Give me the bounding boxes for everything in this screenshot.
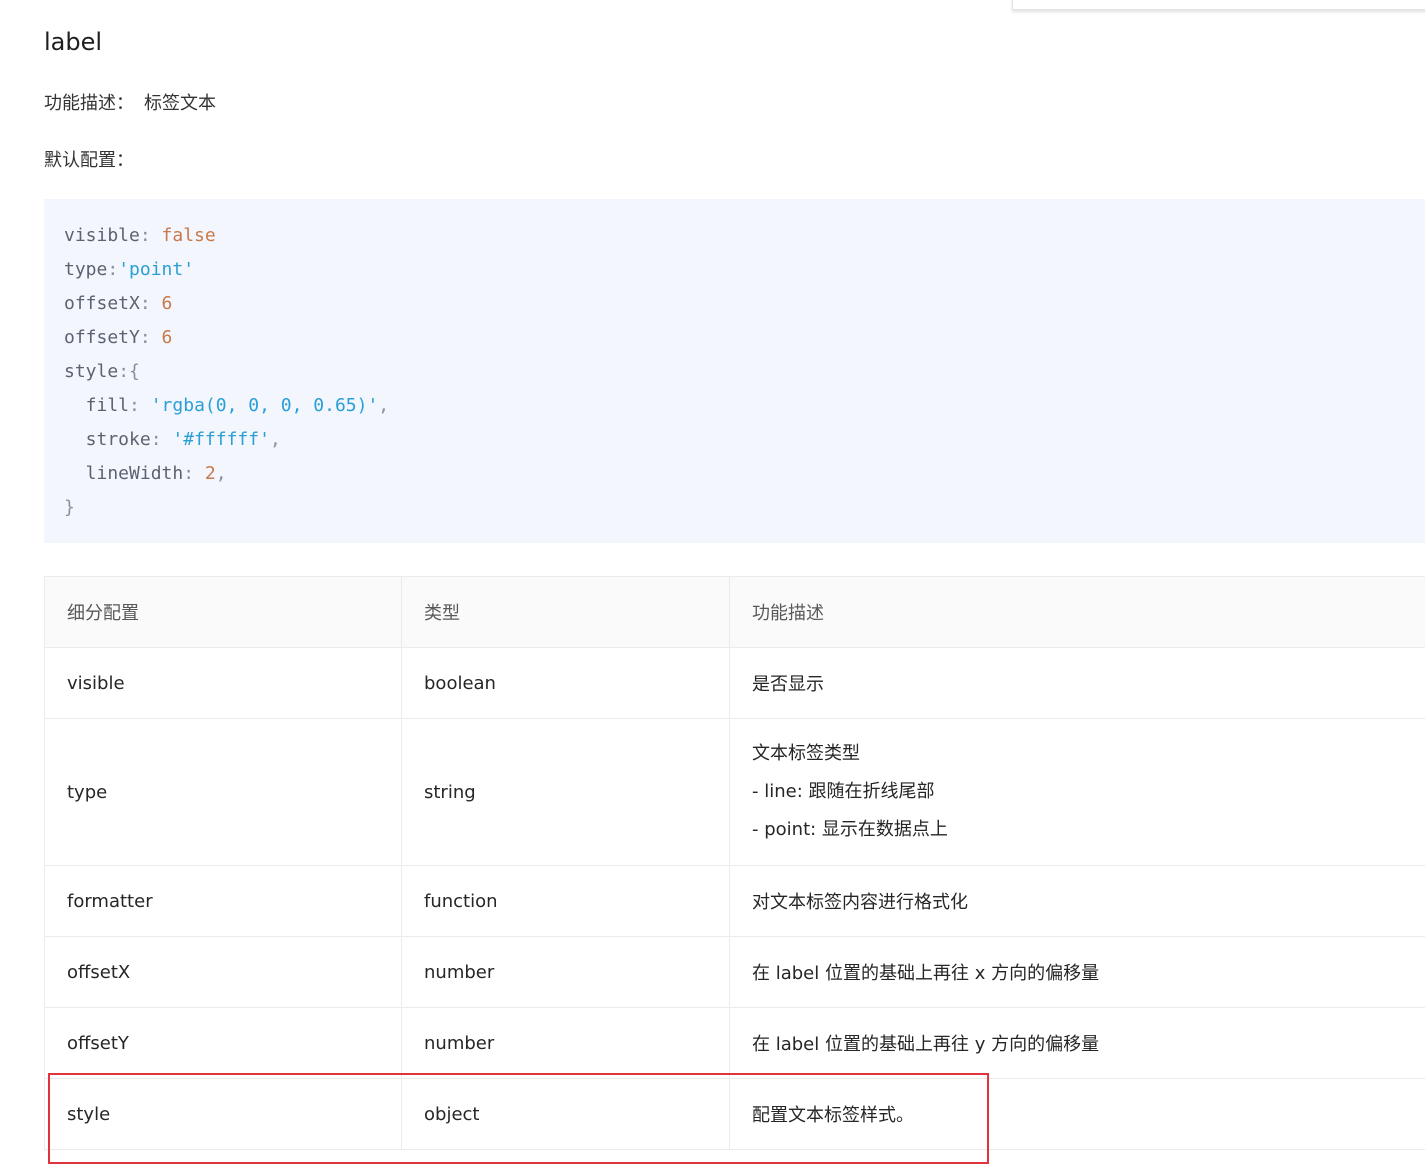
code-line: style:{ (64, 355, 1425, 389)
code-token: , (378, 395, 390, 416)
code-token: : (107, 259, 119, 280)
code-line: offsetY: 6 (64, 321, 1425, 355)
cell-name: style (44, 1078, 402, 1150)
code-token: visible (64, 225, 140, 246)
code-token: } (64, 497, 75, 518)
code-token: 2 (204, 463, 216, 484)
doc-page: label 功能描述： 标签文本 默认配置： visible: false type… (0, 0, 1425, 1173)
cell-name: type (44, 718, 402, 866)
table-row: style object 配置文本标签样式。 (44, 1078, 1425, 1150)
cell-description: 配置文本标签样式。 (729, 1078, 1425, 1150)
table-header-row: 细分配置 类型 功能描述 (44, 576, 1425, 648)
code-token: 'point' (118, 259, 195, 280)
code-token: : (129, 395, 151, 416)
code-token: 6 (161, 293, 173, 314)
code-line: lineWidth: 2, (64, 457, 1425, 491)
cell-name: offsetX (44, 936, 402, 1008)
cell-description: 文本标签类型 - line: 跟随在折线尾部 - point: 显示在数据点上 (729, 718, 1425, 866)
code-token: style (64, 361, 119, 382)
code-token: 6 (161, 327, 173, 348)
description-value: 标签文本 (144, 93, 216, 114)
code-token: offsetX (64, 293, 140, 314)
header-description: 功能描述 (729, 576, 1425, 648)
code-token: stroke (64, 429, 151, 450)
code-token: : (139, 293, 162, 314)
code-line: visible: false (64, 219, 1425, 253)
description-line: - point: 显示在数据点上 (752, 819, 948, 840)
table-row: visible boolean 是否显示 (44, 647, 1425, 719)
cell-name: formatter (44, 865, 402, 937)
cell-type: object (401, 1078, 730, 1150)
code-block: visible: false type:'point' offsetX: 6 offs… (44, 199, 1425, 543)
description-line: 文本标签类型 (752, 743, 860, 764)
cell-type: string (401, 718, 730, 866)
code-token: lineWidth (64, 463, 184, 484)
code-token: false (161, 225, 216, 246)
code-line: stroke: '#ffffff', (64, 423, 1425, 457)
header-sub-config: 细分配置 (44, 576, 402, 648)
dropdown-panel-edge (1012, 0, 1425, 10)
code-line: offsetX: 6 (64, 287, 1425, 321)
table-row: formatter function 对文本标签内容进行格式化 (44, 865, 1425, 937)
cell-type: function (401, 865, 730, 937)
code-token: fill (64, 395, 130, 416)
code-token: :{ (118, 361, 140, 382)
code-token: : (139, 225, 162, 246)
cell-type: number (401, 1007, 730, 1079)
code-token: , (269, 429, 281, 450)
table-row: offsetY number 在 label 位置的基础上再往 y 方向的偏移量 (44, 1007, 1425, 1079)
code-line: } (64, 491, 1425, 525)
code-token: : (150, 429, 173, 450)
code-line: type:'point' (64, 253, 1425, 287)
description-label: 功能描述： (44, 93, 134, 114)
code-token: 'rgba(0, 0, 0, 0.65)' (150, 395, 379, 416)
code-token: : (139, 327, 162, 348)
config-table: 细分配置 类型 功能描述 visible boolean 是否显示 type s… (44, 576, 1425, 1150)
cell-name: visible (44, 647, 402, 719)
code-token: : (183, 463, 205, 484)
cell-description: 在 label 位置的基础上再往 y 方向的偏移量 (729, 1007, 1425, 1079)
header-type: 类型 (401, 576, 730, 648)
section-title: label (44, 28, 103, 56)
code-token: '#ffffff' (172, 429, 270, 450)
cell-description: 在 label 位置的基础上再往 x 方向的偏移量 (729, 936, 1425, 1008)
cell-description: 对文本标签内容进行格式化 (729, 865, 1425, 937)
description-line: 功能描述： 标签文本 (44, 90, 216, 118)
cell-type: number (401, 936, 730, 1008)
table-row: offsetX number 在 label 位置的基础上再往 x 方向的偏移量 (44, 936, 1425, 1008)
cell-type: boolean (401, 647, 730, 719)
code-line: fill: 'rgba(0, 0, 0, 0.65)', (64, 389, 1425, 423)
default-config-label: 默认配置： (44, 150, 134, 171)
table-row: type string 文本标签类型 - line: 跟随在折线尾部 - poi… (44, 718, 1425, 866)
code-token: , (215, 463, 227, 484)
code-token: type (64, 259, 108, 280)
description-line: - line: 跟随在折线尾部 (752, 781, 935, 802)
cell-name: offsetY (44, 1007, 402, 1079)
code-token: offsetY (64, 327, 140, 348)
cell-description: 是否显示 (729, 647, 1425, 719)
